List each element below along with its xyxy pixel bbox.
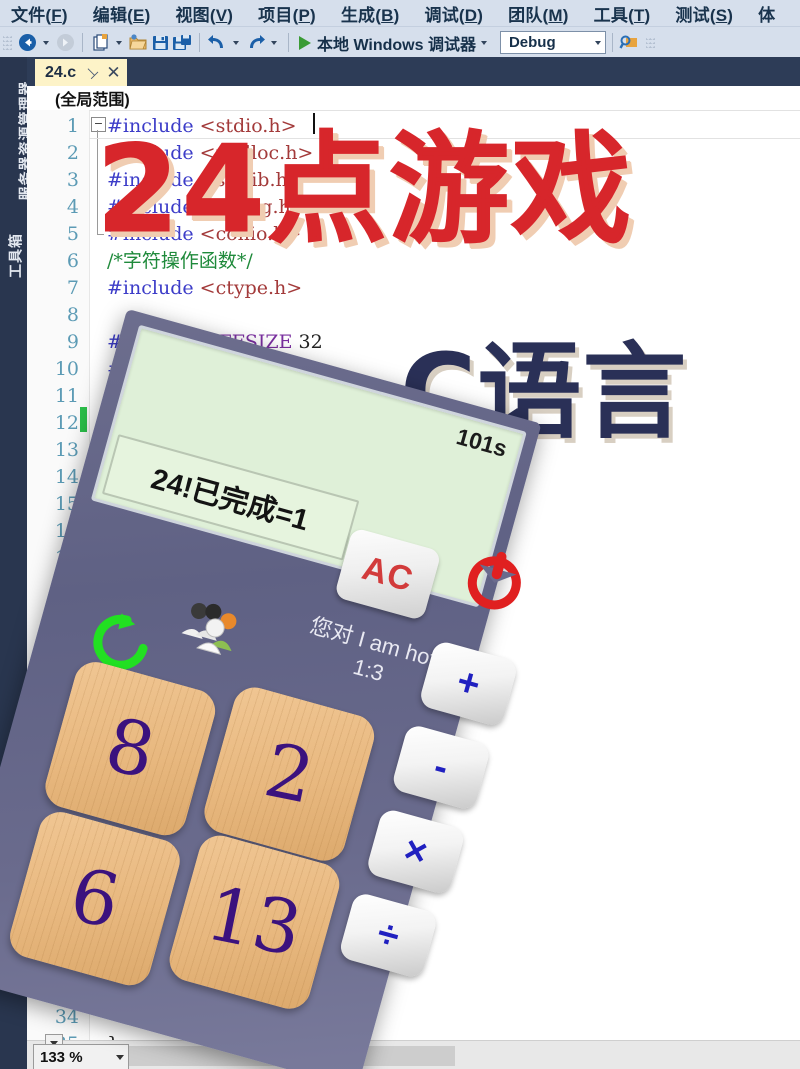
line-number: 10 bbox=[54, 358, 79, 380]
document-tab-label: 24.c bbox=[45, 63, 77, 81]
people-icon[interactable] bbox=[175, 594, 252, 662]
redo-icon[interactable] bbox=[244, 32, 266, 54]
change-indicator bbox=[80, 407, 87, 432]
chevron-down-icon[interactable] bbox=[116, 1055, 124, 1060]
toolbar-separator bbox=[611, 33, 613, 52]
operator-plus-button[interactable]: + bbox=[417, 639, 519, 728]
save-all-icon[interactable] bbox=[171, 32, 193, 54]
menu-item-debug[interactable]: 调试(D) bbox=[423, 1, 486, 26]
configuration-caret[interactable] bbox=[594, 40, 601, 45]
solution-configuration-select[interactable]: Debug bbox=[499, 31, 606, 54]
operator-divide-button[interactable]: ÷ bbox=[337, 891, 439, 980]
sidebar-item-label: 服务器资源管理器 bbox=[17, 80, 27, 201]
timer-label: 101s bbox=[453, 423, 510, 462]
zoom-level-value: 133 % bbox=[40, 1049, 83, 1066]
line-number: 7 bbox=[66, 277, 79, 299]
menu-item-edit[interactable]: 编辑(E) bbox=[91, 1, 153, 26]
line-number: 14 bbox=[54, 466, 79, 488]
undo-icon[interactable] bbox=[206, 32, 228, 54]
scope-navigation-bar: (全局范围) bbox=[27, 86, 800, 111]
line-number: 2 bbox=[66, 142, 79, 164]
zoom-level-select[interactable]: 133 % bbox=[33, 1044, 129, 1069]
line-number: 5 bbox=[66, 223, 79, 245]
line-number: 11 bbox=[54, 385, 79, 407]
operator-label: × bbox=[399, 827, 433, 875]
tile-value: 6 bbox=[63, 851, 127, 946]
code-line[interactable]: #include <ctype.h> bbox=[107, 275, 302, 302]
pin-icon[interactable]: ⊣ bbox=[81, 62, 102, 83]
menu-item-tools[interactable]: 工具(T) bbox=[592, 1, 653, 26]
menu-item-project[interactable]: 项目(P) bbox=[256, 1, 318, 26]
result-field: 24!已完成=1 bbox=[101, 434, 360, 561]
save-icon[interactable] bbox=[149, 32, 171, 54]
operator-label: ÷ bbox=[372, 911, 405, 958]
line-number: 8 bbox=[66, 304, 79, 326]
menu-item-test[interactable]: 测试(S) bbox=[673, 1, 735, 26]
toolbar-separator bbox=[82, 33, 83, 52]
line-number: 9 bbox=[66, 331, 79, 353]
navigate-forward-icon bbox=[54, 32, 76, 54]
line-number: 1 bbox=[66, 115, 79, 137]
overlay-title-main: 24点游戏 bbox=[96, 121, 633, 260]
operator-multiply-button[interactable]: × bbox=[365, 807, 467, 896]
all-clear-label: AC bbox=[358, 548, 418, 599]
new-item-icon[interactable] bbox=[89, 32, 111, 54]
line-number: 6 bbox=[66, 250, 79, 272]
line-number: 12 bbox=[54, 412, 79, 434]
line-number: 13 bbox=[54, 439, 79, 461]
open-folder-icon[interactable] bbox=[127, 32, 149, 54]
toolbar-overflow-icon[interactable] bbox=[645, 35, 655, 50]
navigate-back-icon[interactable] bbox=[16, 32, 38, 54]
number-tile[interactable]: 6 bbox=[5, 807, 185, 991]
standard-toolbar: 本地 Windows 调试器 Debug bbox=[0, 26, 800, 58]
debug-target-caret[interactable] bbox=[480, 40, 487, 45]
back-dropdown-caret[interactable] bbox=[43, 40, 49, 45]
tile-value: 8 bbox=[98, 701, 162, 796]
sidebar-item-toolbox[interactable]: 工具箱 bbox=[2, 201, 28, 311]
new-item-dropdown-caret[interactable] bbox=[116, 40, 122, 45]
menu-item-file[interactable]: 文件(F) bbox=[9, 1, 70, 26]
tile-value: 13 bbox=[199, 870, 310, 974]
toolbar-separator bbox=[288, 33, 289, 52]
result-text: 24!已完成=1 bbox=[147, 463, 313, 538]
toolbar-separator bbox=[199, 33, 200, 52]
start-debug-icon[interactable] bbox=[299, 35, 311, 50]
operator-label: - bbox=[429, 744, 453, 789]
menu-bar: 文件(F) 编辑(E) 视图(V) 项目(P) 生成(B) 调试(D) 团队(M… bbox=[0, 0, 800, 26]
document-tab-24c[interactable]: 24.c ⊣ ✕ bbox=[35, 59, 127, 86]
find-icon[interactable] bbox=[619, 32, 641, 54]
scope-select[interactable]: (全局范围) bbox=[55, 86, 130, 110]
start-debug-label[interactable]: 本地 Windows 调试器 bbox=[317, 31, 476, 55]
toolbar-grip[interactable] bbox=[3, 33, 12, 52]
operator-label: + bbox=[452, 659, 485, 707]
close-icon[interactable]: ✕ bbox=[106, 64, 120, 81]
line-number: 4 bbox=[66, 196, 79, 218]
menu-item-architecture[interactable]: 体 bbox=[756, 1, 777, 26]
tile-value: 2 bbox=[257, 727, 321, 821]
solution-configuration-value: Debug bbox=[508, 34, 556, 51]
visual-studio-window: 文件(F) 编辑(E) 视图(V) 项目(P) 生成(B) 调试(D) 团队(M… bbox=[0, 0, 800, 1069]
redo-dropdown-caret[interactable] bbox=[271, 40, 277, 45]
menu-item-build[interactable]: 生成(B) bbox=[339, 1, 402, 26]
menu-item-team[interactable]: 团队(M) bbox=[506, 1, 571, 26]
sidebar-item-label: 工具箱 bbox=[7, 233, 23, 278]
line-number: 3 bbox=[66, 169, 79, 191]
operator-minus-button[interactable]: - bbox=[390, 723, 492, 812]
undo-dropdown-caret[interactable] bbox=[233, 40, 239, 45]
menu-item-view[interactable]: 视图(V) bbox=[173, 1, 235, 26]
document-tab-strip: 24.c ⊣ ✕ bbox=[27, 57, 800, 86]
